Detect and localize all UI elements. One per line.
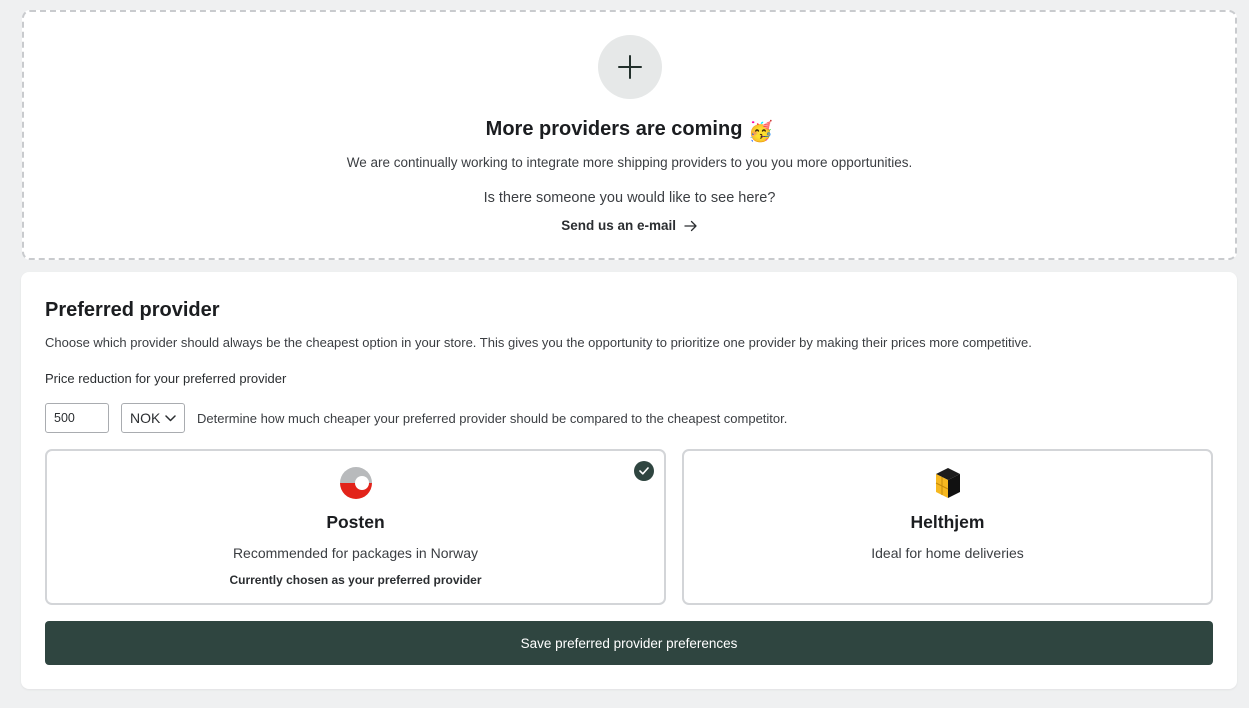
- currency-value: NOK: [130, 410, 161, 426]
- helthjem-logo: [935, 468, 960, 498]
- preferred-status-note: Currently chosen as your preferred provi…: [229, 573, 482, 587]
- preferred-provider-description: Choose which provider should always be t…: [45, 335, 1032, 350]
- suggest-provider-question: Is there someone you would like to see h…: [483, 190, 776, 206]
- posten-logo: [339, 467, 372, 499]
- price-reduction-input[interactable]: [45, 403, 109, 433]
- currency-select[interactable]: NOK: [121, 403, 185, 433]
- plus-icon: [598, 35, 662, 99]
- price-reduction-label: Price reduction for your preferred provi…: [45, 371, 287, 386]
- price-reduction-help: Determine how much cheaper your preferre…: [197, 411, 788, 426]
- provider-name: Helthjem: [910, 512, 985, 532]
- preferred-provider-card: Preferred provider Choose which provider…: [21, 272, 1237, 689]
- provider-name: Posten: [326, 512, 385, 532]
- send-email-link[interactable]: Send us an e-mail: [24, 218, 1235, 233]
- more-providers-title: More providers are coming 🥳: [485, 118, 774, 143]
- preferred-provider-title: Preferred provider: [45, 299, 220, 321]
- provider-description: Ideal for home deliveries: [871, 545, 1024, 561]
- more-providers-card: More providers are coming 🥳 We are contin…: [22, 10, 1237, 260]
- party-face-icon: 🥳: [748, 121, 774, 143]
- send-email-label: Send us an e-mail: [561, 218, 677, 233]
- selected-check-icon: [634, 461, 654, 481]
- chevron-down-icon: [165, 414, 176, 421]
- provider-description: Recommended for packages in Norway: [232, 545, 479, 561]
- more-providers-description: We are continually working to integrate …: [346, 155, 913, 170]
- provider-option-helthjem[interactable]: Helthjem Ideal for home deliveries: [682, 449, 1213, 605]
- save-preferences-button[interactable]: Save preferred provider preferences: [45, 621, 1213, 665]
- arrow-right-icon: [684, 220, 697, 232]
- provider-option-posten[interactable]: Posten Recommended for packages in Norwa…: [45, 449, 666, 605]
